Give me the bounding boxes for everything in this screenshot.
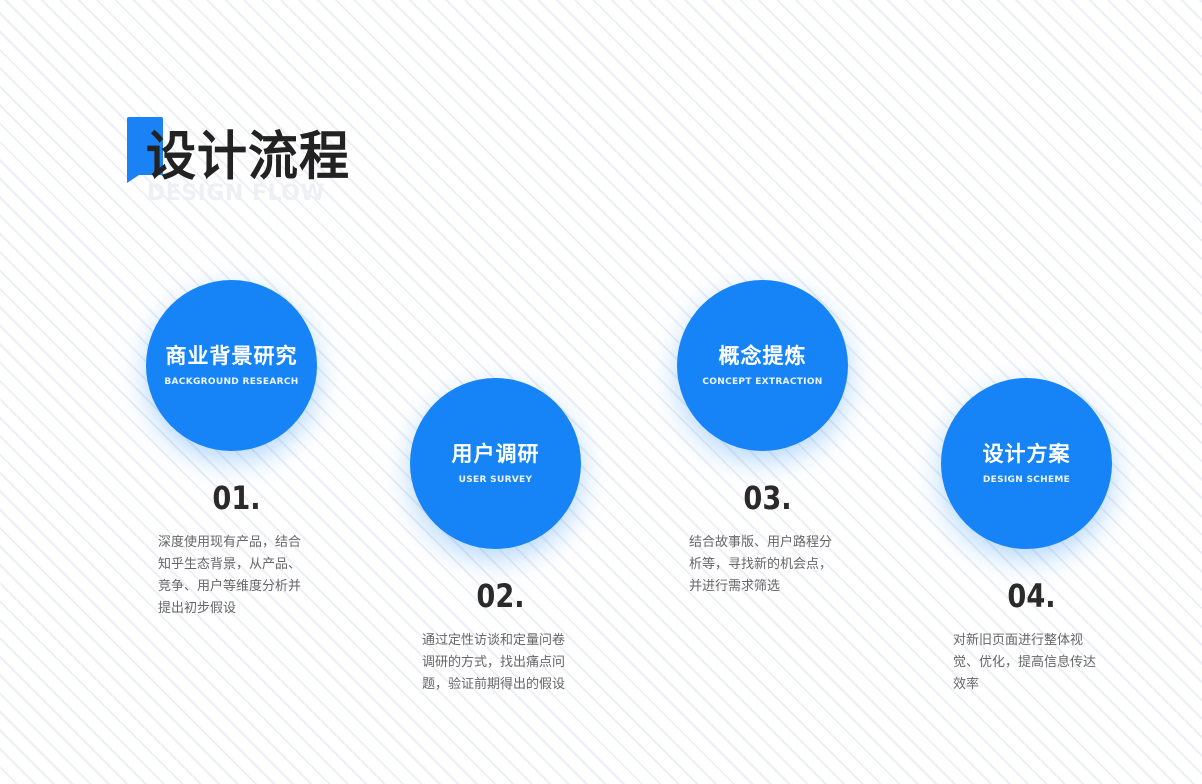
step-4-title: 设计方案 bbox=[982, 442, 1071, 467]
step-1-number: 01. bbox=[212, 479, 261, 517]
step-3-title-en: CONCEPT EXTRACTION bbox=[702, 376, 823, 387]
step-4-number: 04. bbox=[1007, 577, 1056, 615]
design-flow-slide: DESIGN FLOW 设计流程 商业背景研究 BACKGROUND RESEA… bbox=[0, 0, 1202, 784]
step-4-title-en: DESIGN SCHEME bbox=[982, 474, 1071, 485]
step-4-description: 对新旧页面进行整体视觉、优化，提高信息传达效率 bbox=[953, 633, 1097, 692]
step-1-description: 深度使用现有产品，结合知乎生态背景，从产品、竞争、用户等维度分析并提出初步假设 bbox=[158, 535, 302, 616]
step-2-number: 02. bbox=[476, 577, 525, 615]
step-2-title: 用户调研 bbox=[451, 442, 540, 467]
section-title: 设计流程 bbox=[146, 125, 350, 187]
step-3-number: 03. bbox=[743, 479, 792, 517]
step-3-title: 概念提炼 bbox=[718, 344, 807, 369]
step-2-circle: 用户调研 USER SURVEY bbox=[410, 378, 581, 549]
step-1-circle: 商业背景研究 BACKGROUND RESEARCH bbox=[146, 280, 317, 451]
step-4-circle: 设计方案 DESIGN SCHEME bbox=[941, 378, 1112, 549]
step-3-circle: 概念提炼 CONCEPT EXTRACTION bbox=[677, 280, 848, 451]
step-2-title-en: USER SURVEY bbox=[458, 474, 533, 485]
step-3-description: 结合故事版、用户路程分析等，寻找新的机会点，并进行需求筛选 bbox=[689, 535, 833, 594]
step-1-title: 商业背景研究 bbox=[165, 344, 298, 369]
step-1-title-en: BACKGROUND RESEARCH bbox=[164, 376, 299, 387]
step-2-description: 通过定性访谈和定量问卷调研的方式，找出痛点问题，验证前期得出的假设 bbox=[422, 633, 566, 692]
